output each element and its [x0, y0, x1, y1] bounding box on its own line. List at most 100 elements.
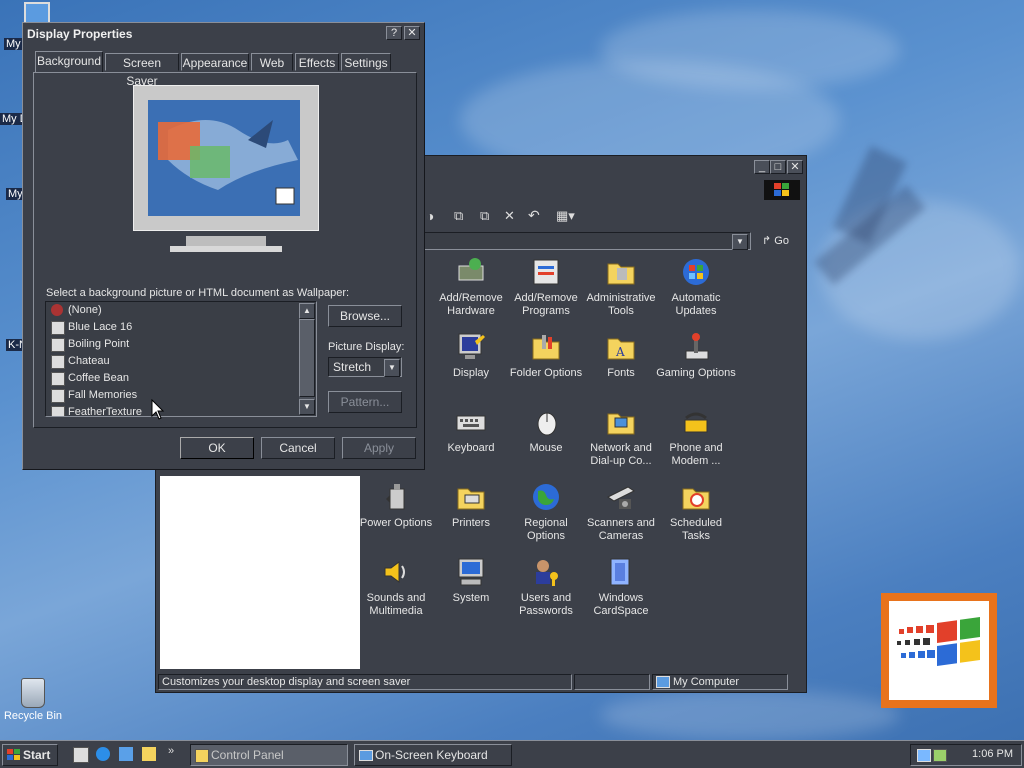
close-button[interactable]: ✕: [787, 160, 803, 174]
clock[interactable]: 1:06 PM: [972, 748, 1013, 760]
scroll-thumb[interactable]: [299, 319, 315, 397]
cp-item-network[interactable]: Network and Dial-up Co...: [581, 406, 661, 468]
browse-button[interactable]: Browse...: [328, 305, 402, 327]
add-remove-programs-icon: [530, 256, 562, 288]
printers-icon: [455, 481, 487, 513]
cp-item-folder-options[interactable]: Folder Options: [506, 331, 586, 380]
html-file-icon: [51, 355, 65, 369]
desktop-icon-1[interactable]: My: [4, 38, 23, 50]
tab-background[interactable]: Background: [35, 51, 103, 73]
wallpaper-list[interactable]: (None) Blue Lace 16 Boiling Point Chatea…: [45, 301, 317, 417]
quicklaunch-ie-icon[interactable]: [96, 747, 110, 761]
list-item[interactable]: Chateau: [46, 353, 316, 370]
cp-item-phone-modem[interactable]: Phone and Modem ...: [656, 406, 736, 468]
list-item[interactable]: Coffee Bean: [46, 370, 316, 387]
scanners-cameras-icon: [605, 481, 637, 513]
windows-cardspace-icon: [605, 556, 637, 588]
cp-item-add-remove-programs[interactable]: Add/Remove Programs: [506, 256, 586, 318]
delete-icon[interactable]: ✕: [504, 208, 515, 224]
keyboard-task-icon: [359, 750, 373, 761]
display-properties-dialog[interactable]: Display Properties ? ✕ Background Screen…: [22, 22, 425, 470]
picture-display-select[interactable]: Stretch ▼: [328, 357, 402, 377]
windows-throbber-icon: [764, 180, 800, 200]
tab-web[interactable]: Web: [251, 53, 293, 71]
list-item[interactable]: Boiling Point: [46, 336, 316, 353]
tray-keyboard-icon[interactable]: [933, 749, 947, 762]
mouse-cursor-icon: [151, 399, 165, 420]
help-button[interactable]: ?: [386, 26, 402, 40]
maximize-button[interactable]: □: [770, 160, 786, 174]
minimize-button[interactable]: _: [754, 160, 770, 174]
fonts-icon: A: [605, 331, 637, 363]
go-label: Go: [774, 235, 789, 247]
dialog-close-button[interactable]: ✕: [404, 26, 420, 40]
chevron-down-icon[interactable]: ▼: [384, 359, 400, 377]
move-to-icon[interactable]: ⧉: [454, 208, 463, 224]
phone-modem-icon: [680, 406, 712, 438]
history-icon[interactable]: ◑: [426, 208, 434, 224]
cp-item-display[interactable]: Display: [431, 331, 511, 380]
cp-item-administrative-tools[interactable]: Administrative Tools: [581, 256, 661, 318]
quicklaunch-desktop-icon[interactable]: [73, 747, 89, 763]
list-item[interactable]: Fall Memories: [46, 387, 316, 404]
html-file-icon: [51, 338, 65, 352]
scroll-up-button[interactable]: ▲: [299, 303, 315, 319]
tab-screen-saver[interactable]: Screen Saver: [105, 53, 179, 88]
pattern-button[interactable]: Pattern...: [328, 391, 402, 413]
tab-appearance[interactable]: Appearance: [181, 53, 249, 71]
cp-item-fonts[interactable]: A Fonts: [581, 331, 661, 380]
wallpaper-preview: [148, 100, 300, 216]
views-icon[interactable]: ▦▾: [556, 208, 575, 224]
recycle-bin-label: Recycle Bin: [3, 710, 63, 722]
apply-button[interactable]: Apply: [342, 437, 416, 459]
copy-to-icon[interactable]: ⧉: [480, 208, 489, 224]
cancel-button[interactable]: Cancel: [261, 437, 335, 459]
none-icon: [51, 304, 63, 316]
tray-network-icon[interactable]: [917, 749, 931, 762]
windows-logo: [881, 593, 997, 708]
cp-item-scanners-cameras[interactable]: Scanners and Cameras: [581, 481, 661, 543]
quicklaunch-more-icon[interactable]: »: [168, 745, 174, 757]
go-button[interactable]: ↱ Go: [762, 234, 789, 247]
picture-display-label: Picture Display:: [328, 341, 405, 353]
tab-settings[interactable]: Settings: [341, 53, 391, 71]
task-on-screen-keyboard[interactable]: On-Screen Keyboard: [354, 744, 512, 766]
address-dropdown-button[interactable]: ▼: [732, 234, 748, 250]
cp-item-add-remove-hardware[interactable]: Add/Remove Hardware: [431, 256, 511, 318]
status-bar: Customizes your desktop display and scre…: [156, 672, 806, 692]
desktop-icon-recycle-bin[interactable]: Recycle Bin: [2, 678, 64, 722]
html-file-icon: [51, 389, 65, 403]
scroll-down-button[interactable]: ▼: [299, 399, 315, 415]
task-control-panel[interactable]: Control Panel: [190, 744, 348, 766]
tab-effects[interactable]: Effects: [295, 53, 339, 71]
cp-item-printers[interactable]: Printers: [431, 481, 511, 530]
quicklaunch-explorer-icon[interactable]: [142, 747, 156, 761]
wallpaper-list-scrollbar[interactable]: ▲ ▼: [299, 303, 315, 415]
gaming-options-icon: [680, 331, 712, 363]
undo-icon[interactable]: ↶: [528, 207, 540, 224]
quicklaunch-outlook-icon[interactable]: [119, 747, 133, 761]
cp-item-gaming-options[interactable]: Gaming Options: [656, 331, 736, 380]
cp-item-sounds-multimedia[interactable]: Sounds and Multimedia: [356, 556, 436, 618]
list-item[interactable]: (None): [46, 302, 316, 319]
my-computer-icon: [656, 676, 670, 688]
cp-item-mouse[interactable]: Mouse: [506, 406, 586, 455]
cp-item-keyboard[interactable]: Keyboard: [431, 406, 511, 455]
display-icon: [455, 331, 487, 363]
sounds-multimedia-icon: [380, 556, 412, 588]
html-file-icon: [51, 406, 65, 416]
power-options-icon: [380, 481, 412, 513]
cp-item-automatic-updates[interactable]: Automatic Updates: [656, 256, 736, 318]
ok-button[interactable]: OK: [180, 437, 254, 459]
cp-item-system[interactable]: System: [431, 556, 511, 605]
cp-item-power-options[interactable]: Power Options: [356, 481, 436, 530]
dialog-title: Display Properties: [27, 27, 133, 41]
start-button[interactable]: Start: [2, 744, 58, 766]
cp-item-users-passwords[interactable]: Users and Passwords: [506, 556, 586, 618]
cp-item-regional-options[interactable]: Regional Options: [506, 481, 586, 543]
list-item[interactable]: FeatherTexture: [46, 404, 316, 416]
cp-item-windows-cardspace[interactable]: Windows CardSpace: [581, 556, 661, 618]
cp-item-scheduled-tasks[interactable]: Scheduled Tasks: [656, 481, 736, 543]
list-item[interactable]: Blue Lace 16: [46, 319, 316, 336]
desktop-icon-my-documents[interactable]: [24, 2, 50, 24]
